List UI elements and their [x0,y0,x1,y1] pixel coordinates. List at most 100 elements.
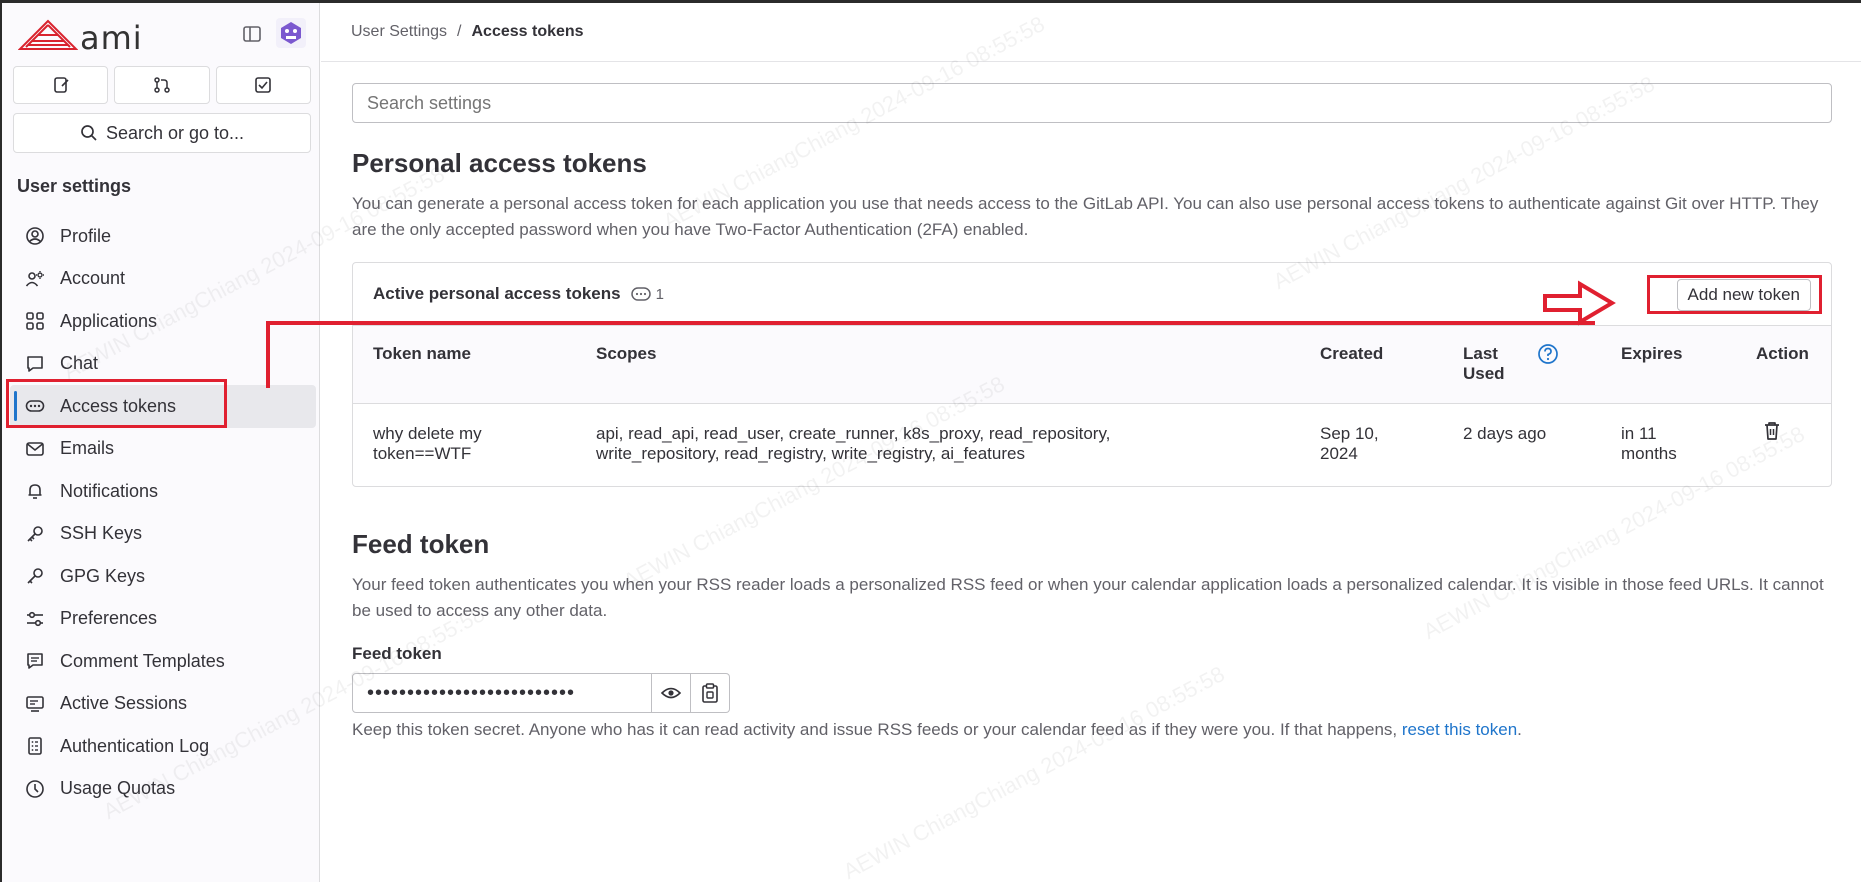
sidebar-item-gpg-keys[interactable]: GPG Keys [10,555,316,598]
sidebar-item-label: Access tokens [60,395,177,416]
key-icon [24,523,46,545]
sidebar-item-notifications[interactable]: Notifications [10,470,316,513]
feed-token-input[interactable]: •••••••••••••••••••••••••• [352,673,652,713]
token-created-cell: Sep 10, 2024 [1320,424,1379,464]
sidebar-item-usage-quotas[interactable]: Usage Quotas [10,768,316,811]
search-or-go-button[interactable]: Search or go to... [13,113,311,153]
active-tokens-header: Active personal access tokens 1 [353,263,1831,325]
feed-token-field: •••••••••••••••••••••••••• [352,673,730,713]
sidebar-item-label: Preferences [60,608,158,629]
sidebar-item-access-tokens[interactable]: Access tokens [10,385,316,428]
todo-button[interactable] [215,66,311,104]
reveal-token-button[interactable] [652,673,691,713]
token-count-badge: 1 [630,285,664,303]
bell-icon [24,480,46,502]
token-count: 1 [655,285,664,303]
active-tokens-card: Active personal access tokens 1 Add new … [352,262,1832,487]
column-last-used-line1: Last [1463,344,1498,363]
sidebar-item-label: Applications [60,310,158,331]
add-new-token-button[interactable]: Add new token [1676,279,1811,311]
column-last-used-line2: Used [1463,364,1505,383]
sidebar-section-title: User settings [17,176,132,196]
breadcrumb-current[interactable]: Access tokens [472,23,584,41]
sidebar-item-label: SSH Keys [60,523,143,544]
table-row: why delete my token==WTF api, read_api, … [353,404,1831,488]
logo[interactable]: ami [18,17,142,57]
sidebar-item-emails[interactable]: Emails [10,428,316,471]
settings-nav: Profile Account Applications Chat Access… [10,215,316,810]
token-name-line1: why delete my [373,424,482,443]
sidebar-item-label: Active Sessions [60,693,188,714]
column-expires: Expires [1621,344,1683,363]
sidebar-item-account[interactable]: Account [10,258,316,301]
sidebar-item-label: Chat [60,353,99,374]
feed-token-label: Feed token [352,644,442,663]
copy-token-button[interactable] [691,673,730,713]
column-last-used: Last Used [1463,344,1505,384]
token-expires-line2: months [1621,444,1677,463]
user-avatar[interactable] [276,18,306,48]
sidebar-item-profile[interactable]: Profile [10,215,316,258]
token-last-used-cell: 2 days ago [1463,424,1547,443]
feed-token-title: Feed token [352,529,490,559]
issues-icon [53,77,69,93]
sidebar-item-ssh-keys[interactable]: SSH Keys [10,513,316,556]
search-settings-input[interactable] [352,83,1832,123]
sidebar-item-authentication-log[interactable]: Authentication Log [10,725,316,768]
todo-icon [255,77,272,93]
sidebar-item-comment-templates[interactable]: Comment Templates [10,640,316,683]
sidebar-item-preferences[interactable]: Preferences [10,598,316,641]
toggle-sidebar-icon[interactable] [237,19,267,49]
feed-token-help-text: Keep this token secret. Anyone who has i… [352,720,1402,739]
clipboard-icon [702,683,718,703]
sidebar-item-label: Usage Quotas [60,778,176,799]
key-icon [24,565,46,587]
help-icon[interactable] [1537,343,1559,365]
header-divider [321,61,1861,62]
applications-icon [24,310,46,332]
column-scopes: Scopes [596,344,657,363]
sidebar-item-applications[interactable]: Applications [10,300,316,343]
sidebar-item-chat[interactable]: Chat [10,343,316,386]
token-created-line1: Sep 10, [1320,424,1379,443]
eye-icon [661,687,681,699]
sidebar-item-label: Account [60,268,126,289]
main-content: User Settings / Access tokens Personal a… [321,3,1861,882]
sidebar-item-label: Authentication Log [60,735,210,756]
chat-icon [24,353,46,375]
monitor-icon [24,693,46,715]
active-tokens-title: Active personal access tokens [373,284,621,303]
token-expires-line1: in 11 [1621,424,1657,443]
search-or-go-label: Search or go to... [105,122,245,143]
sidebar-item-label: GPG Keys [60,565,146,586]
search-icon [81,125,97,141]
sidebar-item-active-sessions[interactable]: Active Sessions [10,683,316,726]
access-tokens-icon [24,395,46,417]
revoke-token-trash-icon[interactable] [1762,420,1782,442]
token-scopes-line1: api, read_api, read_user, create_runner,… [596,424,1111,443]
column-created: Created [1320,344,1384,363]
token-scopes-cell: api, read_api, read_user, create_runner,… [596,424,1110,464]
comment-icon [24,650,46,672]
quota-icon [24,778,46,800]
feed-token-description: Your feed token authenticates you when y… [352,575,1824,620]
feed-token-help: Keep this token secret. Anyone who has i… [352,720,1522,740]
breadcrumb-separator: / [457,23,462,40]
account-icon [24,268,46,290]
sidebar-item-label: Comment Templates [60,650,225,671]
token-created-line2: 2024 [1320,444,1358,463]
feed-token-help-end: . [1517,720,1522,739]
token-name-line2: token==WTF [373,444,472,463]
pat-description: You can generate a personal access token… [352,194,1819,239]
breadcrumb: User Settings / Access tokens [351,23,584,41]
reset-token-link[interactable]: reset this token [1402,720,1517,739]
breadcrumb-parent[interactable]: User Settings [351,23,447,41]
issues-button[interactable] [13,66,109,104]
token-scopes-line2: write_repository, read_registry, write_r… [596,444,1025,463]
token-icon [630,287,651,301]
sidebar-item-label: Notifications [60,480,159,501]
sidebar: ami Search or go to... User settings Pro… [2,3,320,882]
sidebar-item-label: Profile [60,225,112,246]
log-icon [24,735,46,757]
merge-requests-button[interactable] [114,66,210,104]
